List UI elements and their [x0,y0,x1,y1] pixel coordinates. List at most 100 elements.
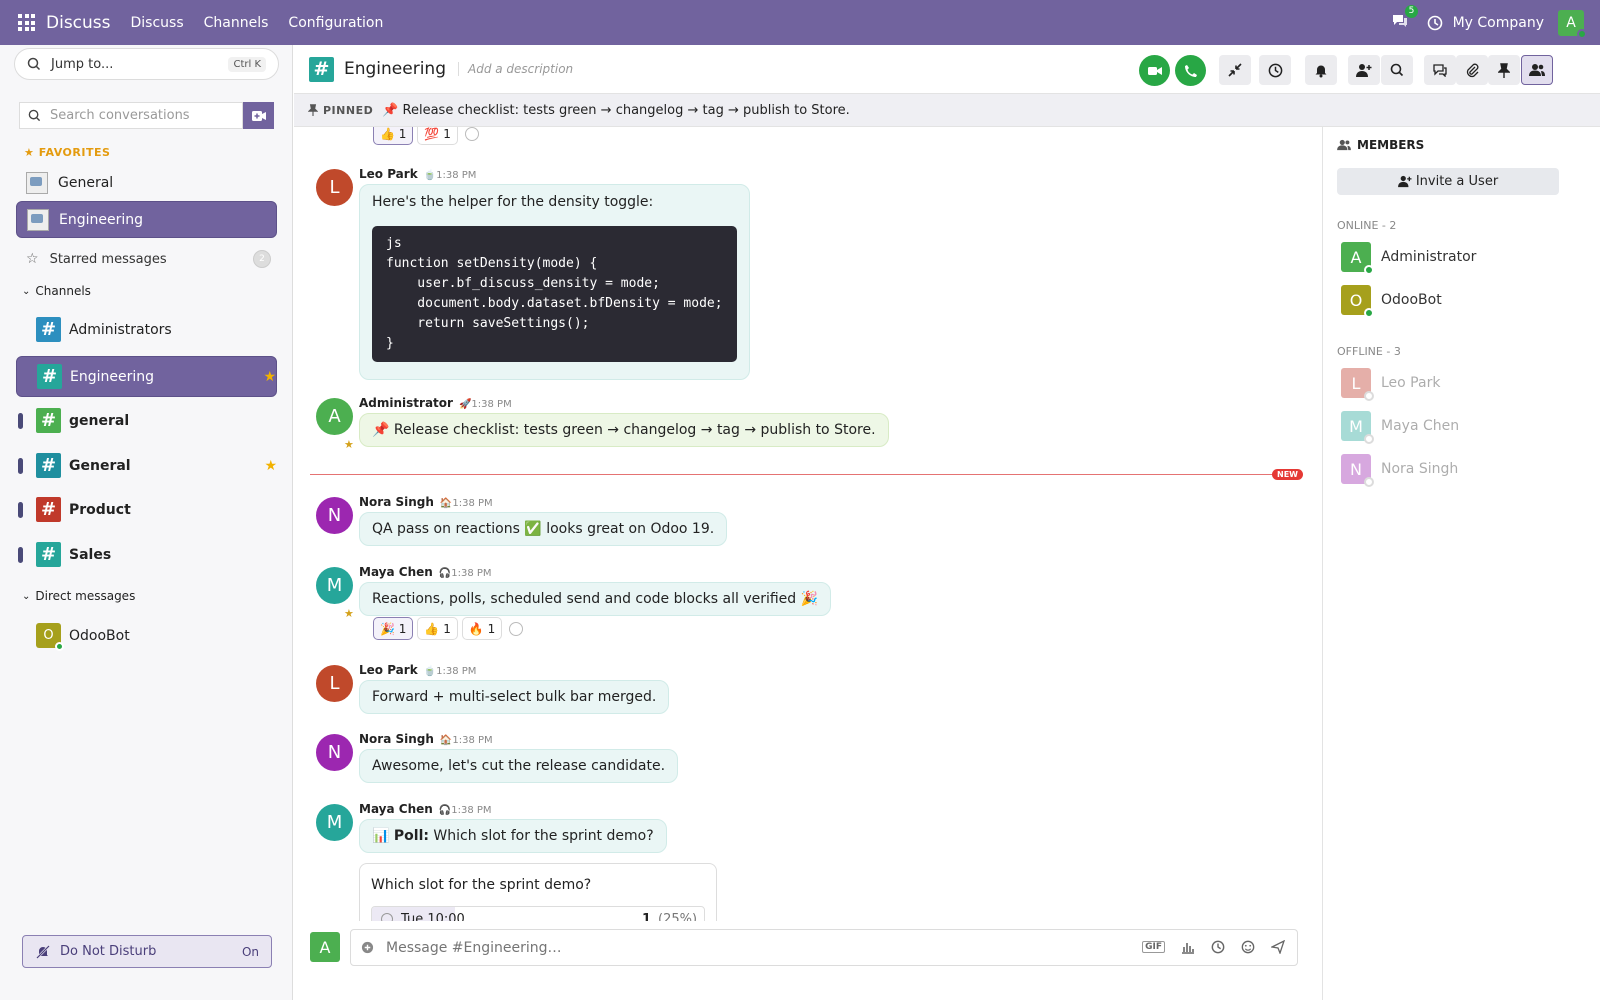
author-avatar[interactable]: L [316,665,353,702]
message-text: Here's the helper for the density toggle… [372,194,654,210]
menu-channels[interactable]: Channels [204,15,269,31]
scheduled-button[interactable] [1259,55,1291,85]
users-icon [1529,64,1545,76]
apps-menu-icon[interactable] [18,14,35,31]
threads-button[interactable] [1424,55,1456,85]
pinned-messages-button[interactable] [1488,55,1520,85]
emoji-icon[interactable] [1241,940,1255,954]
author-avatar[interactable]: A [316,398,353,435]
message-list[interactable]: 👍 1 💯 1 L Leo Park 🍵1:38 PM Here's the he… [294,127,1322,921]
reaction-chip[interactable]: 🎉 1 [373,617,414,640]
message-author[interactable]: Maya Chen 🎧1:38 PM [359,802,492,816]
pinned-text: 📌 Release checklist: tests green → chang… [382,102,850,118]
dm-item-odoobot[interactable]: O OdooBot [16,617,277,654]
jump-to-button[interactable]: Jump to... Ctrl K [14,48,279,80]
poll-option[interactable]: Tue 10:00 1 (25%) [371,906,705,921]
hash-icon: # [309,56,334,82]
reaction-chip[interactable]: 💯 1 [417,127,458,145]
author-avatar[interactable]: N [316,497,353,534]
users-icon [1337,139,1351,151]
poll-radio[interactable] [381,913,393,921]
starred-messages-item[interactable]: ☆ Starred messages 2 [26,250,271,268]
gif-button[interactable]: GIF [1142,941,1165,953]
company-switcher[interactable]: My Company [1453,15,1544,31]
channel-item-administrators[interactable]: # Administrators [16,311,277,348]
add-reaction-icon[interactable] [509,621,524,636]
author-avatar[interactable]: N [316,734,353,771]
channel-item-general[interactable]: # General ★ [16,447,277,484]
message-bubble: Forward + multi-select bulk bar merged. [359,680,670,714]
start-meeting-button[interactable] [243,102,274,129]
favorite-item-engineering[interactable]: Engineering [16,201,277,238]
favorite-label: General [58,174,114,191]
message-time: 🍵1:38 PM [423,170,477,181]
message-author[interactable]: Leo Park 🍵1:38 PM [359,167,476,181]
message-author[interactable]: Leo Park 🍵1:38 PM [359,663,476,677]
menu-discuss[interactable]: Discuss [131,15,184,31]
message-text: Which slot for the sprint demo? [433,828,654,844]
compact-mode-button[interactable] [1219,55,1251,85]
app-title[interactable]: Discuss [46,13,111,33]
comments-icon [1433,64,1447,77]
search-conversations-input[interactable]: Search conversations [19,102,243,129]
offline-status-dot [1364,391,1374,401]
members-panel: MEMBERS Invite a User ONLINE - 2 A Admin… [1322,127,1600,1000]
member-name: Leo Park [1381,375,1441,391]
activity-clock-icon[interactable] [1427,15,1443,31]
favorite-star-icon[interactable]: ★ [264,458,277,474]
message-author[interactable]: Nora Singh 🏠1:38 PM [359,495,493,509]
message-author[interactable]: Maya Chen 🎧1:38 PM [359,565,492,579]
member-item-administrator[interactable]: A Administrator [1341,242,1476,275]
message-author[interactable]: Administrator 🚀1:38 PM [359,396,512,410]
video-call-button[interactable] [1139,55,1170,86]
author-avatar[interactable]: M [316,804,353,841]
reaction-chip[interactable]: 👍 1 [417,617,458,640]
channel-title[interactable]: Engineering [344,59,446,79]
member-item-leo-park[interactable]: L Leo Park [1341,368,1441,401]
members-panel-button[interactable] [1521,55,1553,85]
channel-item-sales[interactable]: # Sales [16,536,277,573]
offline-group-label: OFFLINE - 3 [1337,345,1401,358]
member-item-maya-chen[interactable]: M Maya Chen [1341,411,1459,444]
notification-settings-button[interactable] [1305,55,1337,85]
messaging-menu[interactable]: 5 [1391,4,1419,33]
do-not-disturb-toggle[interactable]: Do Not Disturb On [22,935,272,968]
user-avatar[interactable]: A [1558,9,1587,39]
direct-messages-section-header[interactable]: ⌄ Direct messages [22,589,135,603]
channel-item-product[interactable]: # Product [16,491,277,528]
add-reaction-icon[interactable] [464,127,479,141]
schedule-clock-icon[interactable] [1211,940,1225,954]
send-icon[interactable] [1271,940,1285,954]
user-avatar-letter: A [1566,14,1576,31]
channel-image-icon [26,171,48,194]
reaction-chip[interactable]: 👍 1 [373,127,414,145]
attachments-button[interactable] [1456,55,1488,85]
voice-call-button[interactable] [1175,55,1206,86]
favorite-star-icon[interactable]: ★ [263,369,276,385]
menu-configuration[interactable]: Configuration [288,15,383,31]
member-item-odoobot[interactable]: O OdooBot [1341,285,1442,318]
bell-slash-icon [36,944,50,959]
author-avatar[interactable]: M [316,567,353,604]
new-badge: NEW [1272,469,1303,480]
channels-section-header[interactable]: ⌄ Channels [22,284,91,298]
plus-circle-icon[interactable] [361,941,374,954]
member-avatar: N [1341,454,1374,487]
pinned-banner[interactable]: PINNED 📌 Release checklist: tests green … [294,94,1600,127]
channel-item-general-lower[interactable]: # general [16,402,277,439]
starred-icon: ★ [344,438,354,451]
member-item-nora-singh[interactable]: N Nora Singh [1341,454,1458,487]
message-author[interactable]: Nora Singh 🏠1:38 PM [359,732,493,746]
poll-chart-icon[interactable] [1181,941,1195,954]
search-placeholder: Search conversations [50,108,190,123]
channel-description[interactable]: Add a description [458,62,573,76]
reaction-chip[interactable]: 🔥 1 [461,617,503,640]
author-avatar[interactable]: L [316,169,353,206]
message-input[interactable] [386,939,1126,956]
add-users-button[interactable] [1348,55,1380,85]
search-messages-button[interactable] [1381,55,1413,85]
invite-user-button[interactable]: Invite a User [1337,168,1559,195]
favorites-header[interactable]: ★ FAVORITES [24,146,110,159]
favorite-item-general[interactable]: General [16,164,277,201]
channel-item-engineering[interactable]: # Engineering ★ [16,356,277,397]
